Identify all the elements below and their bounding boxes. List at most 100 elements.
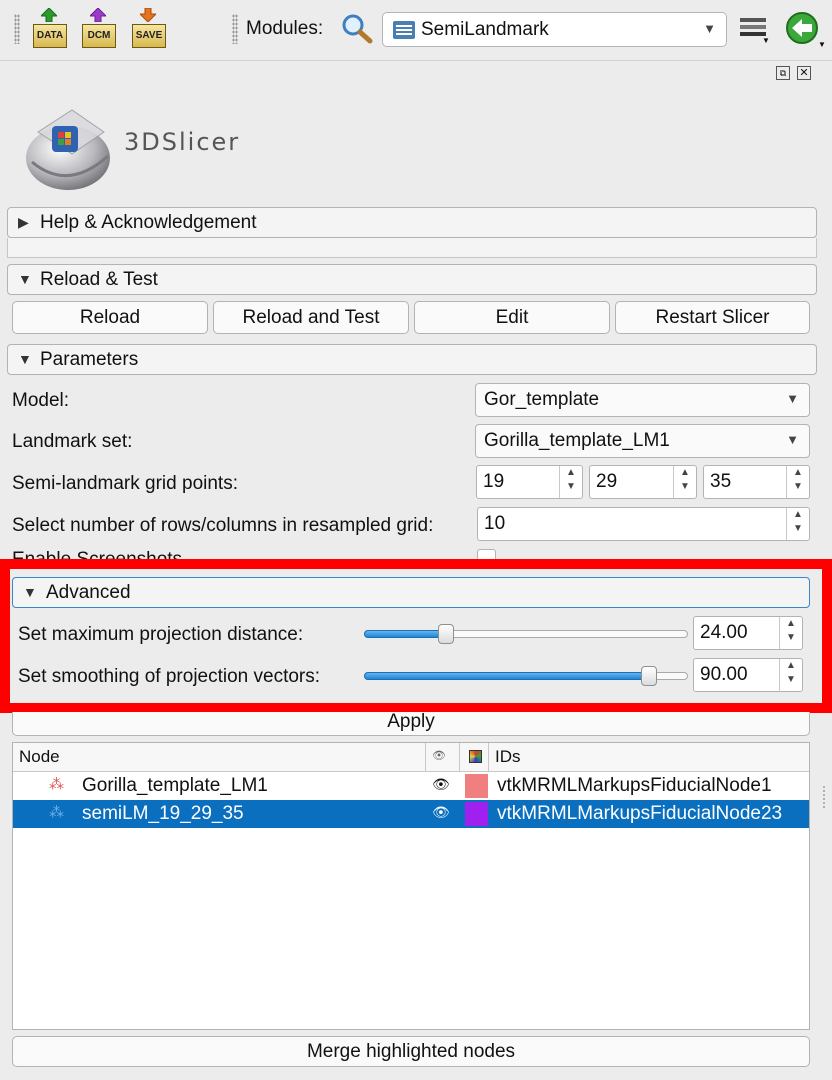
spin-arrows-icon[interactable]: ▲ ▼: [786, 508, 809, 540]
smoothing-slider[interactable]: [364, 664, 688, 688]
slider-fill: [364, 672, 649, 680]
chevron-down-icon: ▼: [762, 36, 770, 45]
fiducial-icon: ⁂: [49, 804, 64, 821]
markups-tree[interactable]: Node 👁 IDs ⁂ Gorilla_template_LM1 👁 vtkM…: [12, 742, 810, 1030]
reload-button[interactable]: Reload: [12, 301, 208, 334]
slicer-logo-text: 3DSlicer: [124, 128, 241, 156]
main-toolbar: DATA DCM SAVE Modules: SemiLandmark ▼ ▼ …: [0, 0, 832, 60]
back-arrow-icon[interactable]: [786, 12, 820, 46]
node-name: Gorilla_template_LM1: [82, 775, 268, 796]
column-divider: [425, 743, 426, 771]
layout-menu-button[interactable]: ▼: [740, 18, 770, 45]
color-swatch[interactable]: [465, 774, 488, 798]
fiducial-icon: ⁂: [49, 776, 64, 793]
edit-button[interactable]: Edit: [414, 301, 610, 334]
help-section-title: Help & Acknowledgement: [40, 212, 257, 233]
slider-handle[interactable]: [641, 666, 657, 686]
help-section-body: [7, 238, 817, 258]
color-column-icon[interactable]: [469, 750, 482, 763]
apply-button[interactable]: Apply: [12, 712, 810, 736]
max-distance-spinbox[interactable]: 24.00 ▲ ▼: [693, 616, 803, 650]
reload-and-test-button[interactable]: Reload and Test: [213, 301, 409, 334]
grid-points-y-value: 29: [596, 471, 618, 492]
slicer-logo-icon: [26, 109, 110, 190]
node-id: vtkMRMLMarkupsFiducialNode23: [497, 803, 783, 824]
landmark-set-value: Gorilla_template_LM1: [484, 430, 670, 451]
parameters-section-header[interactable]: ▼ Parameters: [7, 344, 817, 375]
parameters-section-title: Parameters: [40, 349, 139, 370]
help-section-header[interactable]: ▶ Help & Acknowledgement: [7, 207, 817, 238]
chevron-down-icon[interactable]: ▼: [818, 40, 826, 49]
max-distance-value: 24.00: [700, 622, 748, 643]
spin-arrows-icon[interactable]: ▲ ▼: [673, 466, 696, 498]
node-name: semiLM_19_29_35: [82, 803, 244, 824]
expanded-triangle-icon: ▼: [18, 271, 32, 287]
up-arrow-icon: [90, 8, 106, 22]
node-id: vtkMRMLMarkupsFiducialNode1: [497, 775, 772, 796]
grid-points-x-value: 19: [483, 471, 505, 492]
tree-header: Node 👁 IDs: [13, 743, 809, 772]
expanded-triangle-icon: ▼: [18, 351, 32, 367]
restart-slicer-button[interactable]: Restart Slicer: [615, 301, 810, 334]
grid-points-y-spinbox[interactable]: 29 ▲ ▼: [589, 465, 697, 499]
model-value: Gor_template: [484, 389, 600, 410]
landmark-set-label: Landmark set:: [12, 431, 133, 452]
smoothing-value: 90.00: [700, 664, 748, 685]
advanced-section-header[interactable]: ▼ Advanced: [12, 577, 810, 608]
model-label: Model:: [12, 390, 70, 411]
module-selector[interactable]: SemiLandmark ▼: [382, 12, 727, 47]
chevron-down-icon: ▼: [703, 21, 716, 36]
slider-handle[interactable]: [438, 624, 454, 644]
reload-section-title: Reload & Test: [40, 269, 158, 290]
node-column-header[interactable]: Node: [19, 747, 60, 767]
column-divider: [488, 743, 489, 771]
expanded-triangle-icon: ▼: [23, 584, 37, 600]
toolbar-grip[interactable]: [14, 14, 20, 44]
grid-points-z-value: 35: [710, 471, 732, 492]
load-data-button[interactable]: DATA: [31, 8, 67, 52]
max-distance-slider[interactable]: [364, 622, 688, 646]
slider-fill: [364, 630, 446, 638]
modules-label: Modules:: [246, 18, 324, 39]
resample-grid-label: Select number of rows/columns in resampl…: [12, 515, 434, 536]
grid-points-label: Semi-landmark grid points:: [12, 473, 238, 494]
smoothing-spinbox[interactable]: 90.00 ▲ ▼: [693, 658, 803, 692]
smoothing-label: Set smoothing of projection vectors:: [18, 666, 321, 687]
model-selector[interactable]: Gor_template ▼: [475, 383, 810, 417]
toolbar-grip[interactable]: [232, 14, 238, 44]
color-swatch[interactable]: [465, 802, 488, 826]
resample-grid-spinbox[interactable]: 10 ▲ ▼: [477, 507, 810, 541]
grid-points-z-spinbox[interactable]: 35 ▲ ▼: [703, 465, 810, 499]
visibility-column-icon[interactable]: 👁: [432, 749, 446, 762]
spin-arrows-icon[interactable]: ▲ ▼: [559, 466, 582, 498]
selected-module-text: SemiLandmark: [421, 19, 549, 40]
splitter-handle[interactable]: [822, 785, 826, 809]
tree-row-selected[interactable]: ⁂ semiLM_19_29_35 👁 vtkMRMLMarkupsFiduci…: [13, 800, 809, 828]
landmark-set-selector[interactable]: Gorilla_template_LM1 ▼: [475, 424, 810, 458]
down-arrow-icon: [140, 8, 156, 22]
close-panel-icon[interactable]: ✕: [797, 66, 811, 80]
visible-eye-icon[interactable]: 👁: [432, 776, 450, 793]
spin-arrows-icon[interactable]: ▲ ▼: [779, 659, 802, 691]
collapsed-triangle-icon: ▶: [18, 214, 29, 230]
reload-section-header[interactable]: ▼ Reload & Test: [7, 264, 817, 295]
grid-points-x-spinbox[interactable]: 19 ▲ ▼: [476, 465, 583, 499]
dicom-icon: DCM: [82, 24, 116, 48]
undock-panel-icon[interactable]: ⧉: [776, 66, 790, 80]
resample-grid-value: 10: [484, 513, 506, 534]
module-icon: [393, 21, 415, 39]
merge-highlighted-nodes-button[interactable]: Merge highlighted nodes: [12, 1036, 810, 1067]
tree-row[interactable]: ⁂ Gorilla_template_LM1 👁 vtkMRMLMarkupsF…: [13, 772, 809, 800]
column-divider: [459, 743, 460, 771]
ids-column-header[interactable]: IDs: [495, 747, 521, 767]
visible-eye-icon[interactable]: 👁: [432, 804, 450, 821]
chevron-down-icon: ▼: [786, 432, 799, 447]
spin-arrows-icon[interactable]: ▲ ▼: [786, 466, 809, 498]
up-arrow-icon: [41, 8, 57, 22]
chevron-down-icon: ▼: [786, 391, 799, 406]
max-distance-label: Set maximum projection distance:: [18, 624, 304, 645]
load-dicom-button[interactable]: DCM: [80, 8, 116, 52]
module-search-icon[interactable]: [340, 12, 374, 44]
save-button[interactable]: SAVE: [130, 8, 166, 52]
spin-arrows-icon[interactable]: ▲ ▼: [779, 617, 802, 649]
